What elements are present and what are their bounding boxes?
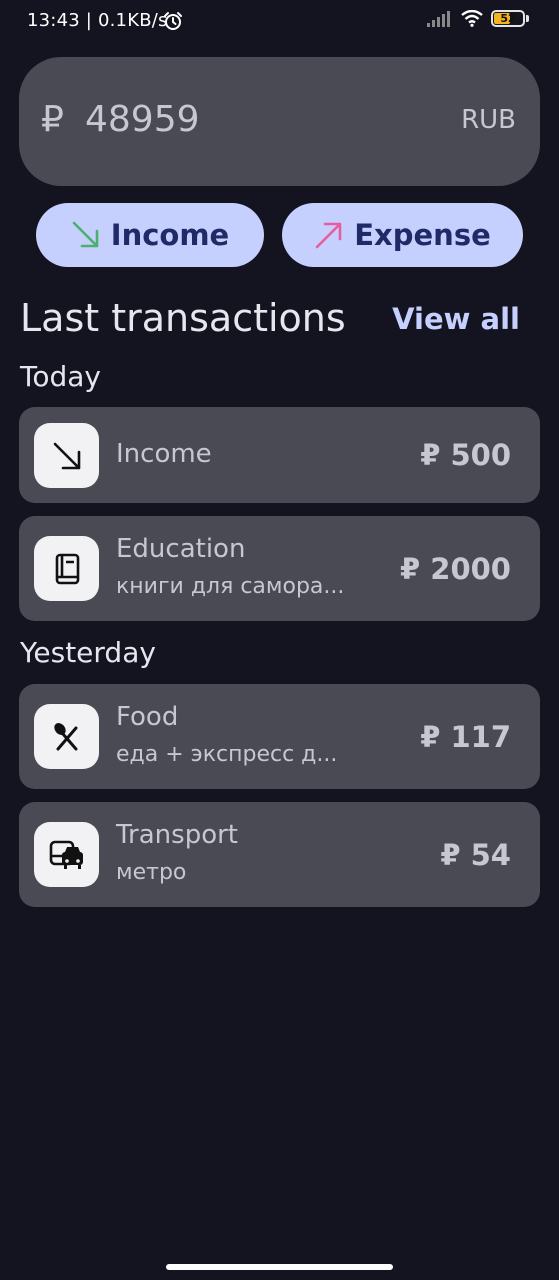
transaction-card[interactable]: Transport метро ₽ 54 [19,802,540,907]
arrow-down-right-icon [53,442,80,469]
transaction-amount: ₽ 54 [440,838,511,872]
income-button[interactable]: Income [36,203,264,267]
balance-currency-code: RUB [461,105,516,135]
expense-button[interactable]: Expense [282,203,523,267]
view-all-link[interactable]: View all [392,302,520,336]
screen: 13:43 | 0.1KB/s 52 ₽ 48959 RUB Income Ex… [0,0,559,1280]
transaction-note: еда + экспресс д... [116,742,338,767]
transaction-icon-box [34,423,99,488]
status-icons: 52 [427,10,529,27]
transport-icon [49,840,83,869]
income-button-label: Income [110,218,230,252]
transaction-title: Transport [116,820,239,850]
expense-arrow-icon [315,222,342,249]
transaction-amount: ₽ 117 [420,720,511,754]
transaction-icon-box [34,704,99,769]
transaction-amount: ₽ 500 [420,438,511,472]
group-label-today: Today [20,360,101,393]
balance-amount: 48959 [85,99,200,140]
section-title: Last transactions [20,296,346,340]
transaction-card[interactable]: Income ₽ 500 [19,407,540,503]
group-label-yesterday: Yesterday [20,636,156,669]
fork-knife-icon [53,722,77,750]
home-indicator[interactable] [166,1264,393,1270]
balance-currency-symbol: ₽ [41,99,64,140]
battery-icon: 52 [491,10,525,27]
balance-card[interactable]: ₽ 48959 RUB [19,57,540,186]
transaction-icon-box [34,536,99,601]
transaction-title: Income [116,439,212,469]
transaction-title: Food [116,702,179,732]
status-time-speed: 13:43 | 0.1KB/s [27,10,168,31]
status-bar: 13:43 | 0.1KB/s 52 [0,0,559,42]
wifi-icon [461,10,483,27]
signal-icon [427,10,450,27]
transaction-note: книги для самора... [116,574,345,599]
book-icon [55,553,79,584]
transaction-note: метро [116,860,187,885]
income-arrow-icon [72,221,99,248]
transaction-icon-box [34,822,99,887]
transaction-title: Education [116,534,246,564]
alarm-icon [164,12,182,30]
transaction-card[interactable]: Food еда + экспресс д... ₽ 117 [19,684,540,789]
transaction-card[interactable]: Education книги для самора... ₽ 2000 [19,516,540,621]
expense-button-label: Expense [354,218,491,252]
transaction-amount: ₽ 2000 [400,552,511,586]
battery-level: 52 [500,12,516,25]
